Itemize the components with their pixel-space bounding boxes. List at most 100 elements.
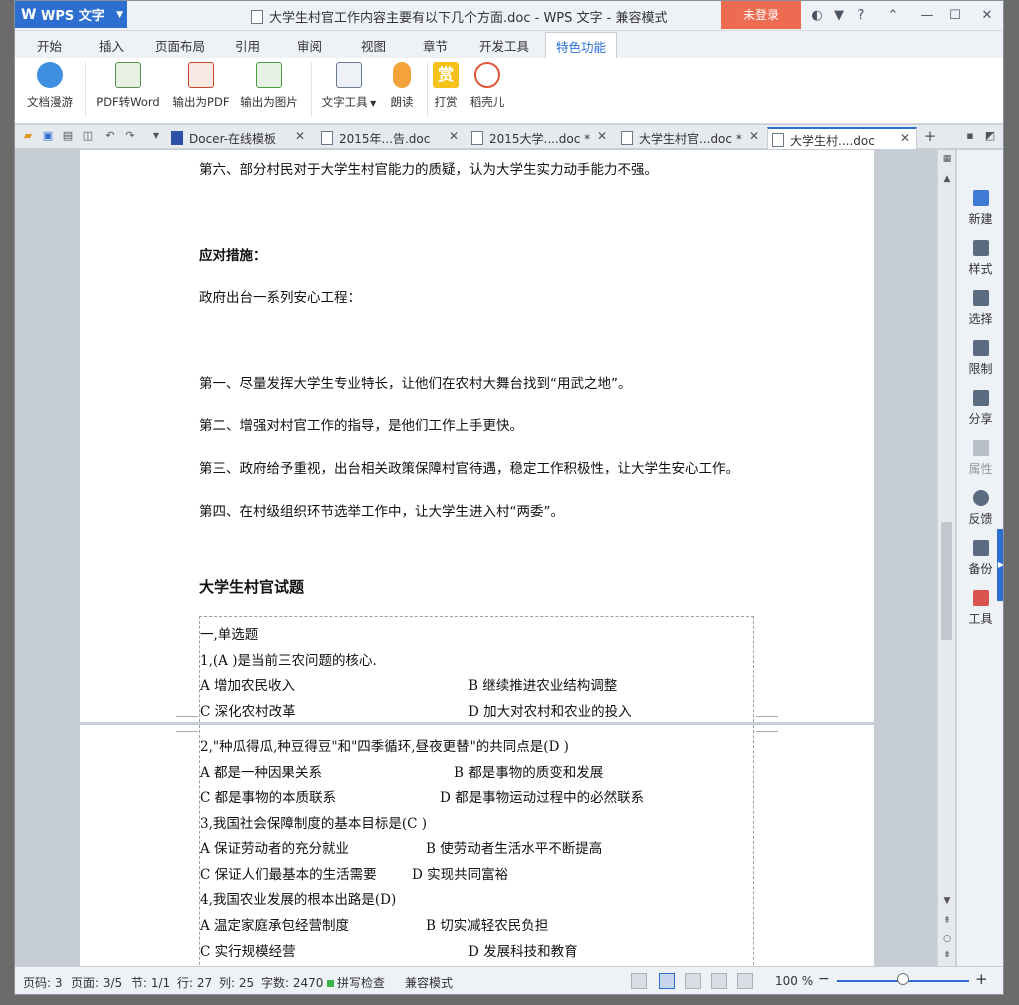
sidebar-item-label: 选择 (968, 312, 993, 326)
tab-page-layout[interactable]: 页面布局 (155, 36, 205, 55)
tab-docer-templates[interactable]: Docer-在线模板 ✕ (167, 127, 307, 149)
sidebar-item-feedback[interactable]: 反馈 (957, 490, 1003, 527)
close-icon[interactable]: ✕ (597, 129, 607, 143)
shirt-icon[interactable]: ▼ (829, 6, 849, 26)
sidebar-toggle-button[interactable]: ▶ (997, 529, 1003, 601)
document-icon (321, 131, 333, 145)
tab-document-2[interactable]: 2015大学....doc * ✕ (467, 127, 611, 149)
minimize-icon[interactable]: — (917, 6, 937, 26)
close-icon[interactable]: ✕ (977, 6, 997, 26)
skin-icon[interactable]: ◐ (807, 6, 827, 26)
print-preview-icon[interactable]: ◫ (81, 129, 95, 143)
close-icon[interactable]: ✕ (295, 129, 305, 143)
ruler-toggle-icon[interactable]: ▦ (938, 154, 956, 164)
zoom-out-button[interactable]: − (818, 971, 830, 987)
sidebar-item-select[interactable]: 选择 (957, 290, 1003, 327)
page-corner-mark (176, 716, 198, 717)
tab-document-active[interactable]: 大学生村....doc ✕ (767, 127, 917, 149)
collapse-ribbon-icon[interactable]: ⌃ (883, 6, 903, 26)
maximize-icon[interactable]: ☐ (945, 6, 965, 26)
login-button[interactable]: 未登录 (721, 1, 801, 29)
paragraph: 第一、尽量发挥大学生专业特长，让他们在农村大舞台找到“用武之地”。 (199, 376, 632, 392)
page: 第六、部分村民对于大学生村官能力的质疑，认为大学生实力动手能力不强。 应对措施：… (80, 150, 874, 722)
close-icon[interactable]: ✕ (900, 131, 910, 145)
pdf-to-word-button[interactable]: PDF转Word (93, 62, 163, 110)
sidebar-item-properties[interactable]: 属性 (957, 440, 1003, 477)
docer-label: 稻壳儿 (469, 95, 505, 109)
paragraph: 第四、在村级组织环节选举工作中，让大学生进入村“两委”。 (199, 504, 564, 520)
status-row: 行: 27 (177, 976, 213, 990)
tab-chapter[interactable]: 章节 (423, 36, 448, 55)
scroll-down-icon[interactable]: ▼ (938, 896, 956, 906)
quiz-question: 2,"种瓜得瓜,种豆得豆"和"四季循环,昼夜更替"的共同点是(D ) (200, 739, 569, 755)
sidebar-item-restrict[interactable]: 限制 (957, 340, 1003, 377)
reward-button[interactable]: 赏 打赏 (431, 62, 461, 110)
tab-label: 2015大学....doc * (489, 132, 591, 146)
tab-home[interactable]: 开始 (37, 36, 62, 55)
text-tools-label: 文字工具 (321, 95, 368, 109)
sidebar-item-style[interactable]: 样式 (957, 240, 1003, 277)
tab-developer[interactable]: 开发工具 (479, 36, 529, 55)
scroll-up-icon[interactable]: ▲ (938, 174, 956, 184)
browse-object-icon[interactable]: ○ (938, 934, 956, 944)
doc-roaming-button[interactable]: 文档漫游 (25, 62, 75, 110)
window-title-text: 大学生村官工作内容主要有以下几个方面.doc - WPS 文字 - 兼容模式 (269, 11, 668, 26)
status-column: 列: 25 (219, 976, 255, 990)
export-pdf-button[interactable]: 输出为PDF (169, 62, 233, 110)
reading-view-icon[interactable] (737, 973, 753, 989)
customize-toolbar-icon[interactable]: ▼ (149, 129, 163, 143)
tab-label: 大学生村官...doc * (639, 132, 742, 146)
wps-menu-button[interactable]: W WPS 文字 ▼ (15, 1, 127, 28)
page: 2,"种瓜得瓜,种豆得豆"和"四季循环,昼夜更替"的共同点是(D ) A 都是一… (80, 725, 874, 966)
sidebar-item-new[interactable]: 新建 (957, 190, 1003, 227)
quiz-option: B 切实减轻农民负担 (426, 918, 549, 934)
tab-document-3[interactable]: 大学生村官...doc * ✕ (617, 127, 763, 149)
doc-roaming-label: 文档漫游 (27, 95, 73, 109)
tab-document-1[interactable]: 2015年...告.doc ✕ (317, 127, 461, 149)
close-icon[interactable]: ✕ (749, 129, 759, 143)
quiz-option: C 深化农村改革 (200, 704, 296, 720)
scrollbar-thumb[interactable] (941, 522, 952, 640)
menu-tabs: 开始 插入 页面布局 引用 审阅 视图 章节 开发工具 特色功能 (15, 31, 1003, 58)
close-icon[interactable]: ✕ (449, 129, 459, 143)
page-view-icon[interactable] (659, 973, 675, 989)
fullscreen-view-icon[interactable] (631, 973, 647, 989)
tab-view[interactable]: 视图 (361, 36, 386, 55)
spell-check-toggle[interactable]: 拼写检查 (327, 974, 385, 991)
new-tab-button[interactable]: + (923, 129, 937, 144)
outline-view-icon[interactable] (685, 973, 701, 989)
zoom-level[interactable]: 100 % (775, 974, 813, 988)
previous-page-icon[interactable]: ⇞ (938, 916, 956, 926)
export-image-button[interactable]: 输出为图片 (237, 62, 301, 110)
quiz-text-frame: 一,单选题 1,(A )是当前三农问题的核心. A 增加农民收入 B 继续推进农… (199, 616, 754, 722)
zoom-slider-handle[interactable] (897, 973, 909, 985)
status-word-count[interactable]: 字数: 2470 (261, 974, 323, 991)
next-page-icon[interactable]: ⇟ (938, 950, 956, 960)
tab-options-icon[interactable]: ◩ (983, 129, 997, 143)
sidebar-item-share[interactable]: 分享 (957, 390, 1003, 427)
tab-list-icon[interactable]: ▪ (963, 129, 977, 143)
tab-insert[interactable]: 插入 (99, 36, 124, 55)
redo-icon[interactable]: ↷ (123, 129, 137, 143)
tab-special-features[interactable]: 特色功能 (545, 32, 618, 58)
share-icon (972, 390, 989, 406)
text-tools-button[interactable]: 文字工具 ▼ (317, 62, 381, 110)
open-folder-icon[interactable]: ▰ (21, 129, 35, 143)
document-area[interactable]: 第六、部分村民对于大学生村官能力的质疑，认为大学生实力动手能力不强。 应对措施：… (15, 150, 955, 966)
paragraph: 政府出台一系列安心工程： (199, 290, 361, 306)
docer-button[interactable]: 稻壳儿 (467, 62, 507, 110)
zoom-in-button[interactable]: + (975, 970, 988, 988)
help-button[interactable]: ? (851, 6, 871, 26)
web-view-icon[interactable] (711, 973, 727, 989)
document-tabs: ▰ ▣ ▤ ◫ ↶ ↷ ▼ Docer-在线模板 ✕ 2015年...告.doc… (15, 125, 1003, 149)
tab-review[interactable]: 审阅 (297, 36, 322, 55)
read-aloud-button[interactable]: 朗读 (385, 62, 419, 110)
app-name: WPS 文字 (41, 9, 105, 24)
toolbox-icon (972, 590, 989, 606)
tab-references[interactable]: 引用 (235, 36, 260, 55)
undo-icon[interactable]: ↶ (103, 129, 117, 143)
save-icon[interactable]: ▣ (41, 129, 55, 143)
status-bar: 页码: 3 页面: 3/5 节: 1/1 行: 27 列: 25 字数: 247… (15, 966, 1003, 994)
print-icon[interactable]: ▤ (61, 129, 75, 143)
vertical-scrollbar[interactable]: ▦ ▲ ▼ ⇞ ○ ⇟ (937, 150, 955, 966)
